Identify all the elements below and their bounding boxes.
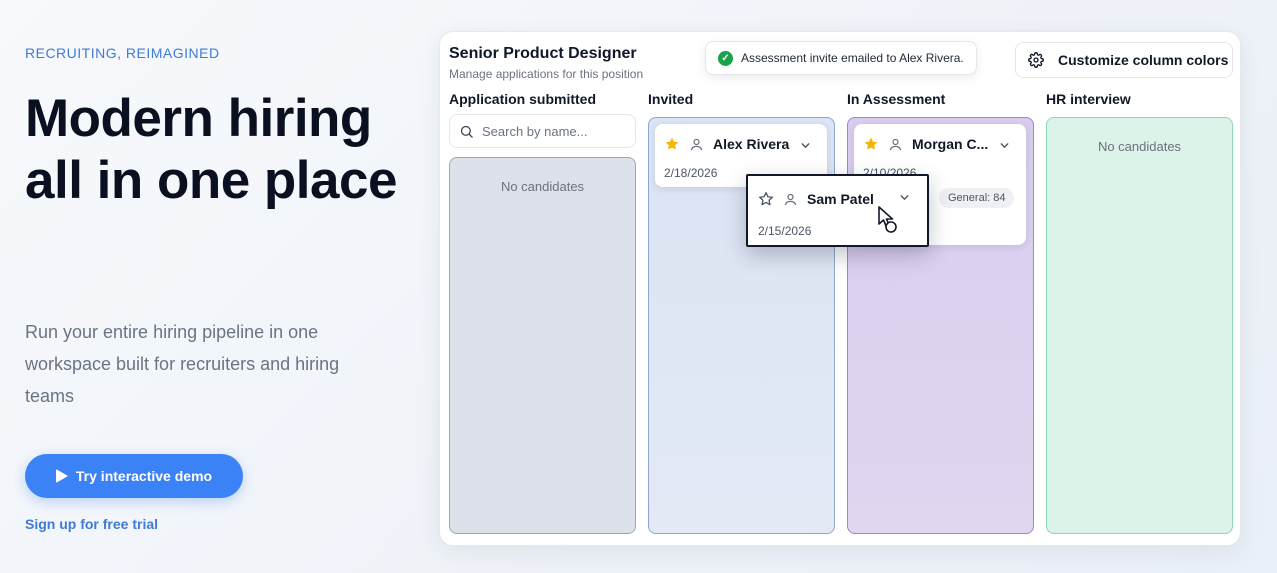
search-input[interactable] [482, 123, 622, 139]
eyebrow-label: RECRUITING, REIMAGINED [25, 45, 220, 61]
column-header-in-assessment: In Assessment [847, 91, 946, 107]
star-filled-icon[interactable] [664, 136, 680, 152]
toast-message: Assessment invite emailed to Alex Rivera… [741, 51, 964, 65]
chevron-down-icon[interactable] [898, 191, 911, 204]
toast-notification: ✓ Assessment invite emailed to Alex Rive… [705, 41, 977, 75]
try-demo-label: Try interactive demo [75, 468, 213, 484]
search-icon [460, 125, 473, 138]
dragging-candidate-card[interactable]: Sam Patel 2/15/2026 [746, 174, 929, 247]
check-circle-icon: ✓ [718, 50, 733, 66]
column-application-submitted[interactable]: No candidates [449, 157, 636, 534]
chevron-down-icon[interactable] [799, 139, 812, 152]
empty-state-label: No candidates [1097, 139, 1182, 154]
grab-cursor-icon [878, 206, 897, 233]
candidate-search[interactable] [449, 114, 636, 148]
customize-colors-button[interactable]: Customize column colors [1015, 42, 1233, 78]
hero-headline: Modern hiring all in one place [25, 89, 397, 210]
candidate-name: Morgan C... [912, 136, 989, 152]
gear-icon [1028, 52, 1044, 68]
person-icon [784, 193, 797, 205]
star-outline-icon[interactable] [758, 191, 774, 207]
person-icon [889, 138, 902, 150]
candidate-name: Sam Patel [807, 191, 874, 207]
candidate-name: Alex Rivera [713, 136, 790, 152]
customize-colors-label: Customize column colors [1058, 52, 1229, 68]
hero-subtext: Run your entire hiring pipeline in one w… [25, 322, 340, 406]
person-icon [690, 138, 703, 150]
try-demo-button[interactable]: Try interactive demo [25, 454, 243, 498]
empty-state-label: No candidates [500, 179, 585, 194]
job-subtitle: Manage applications for this position [449, 67, 644, 81]
star-filled-icon[interactable] [863, 136, 879, 152]
column-header-hr-interview: HR interview [1046, 91, 1131, 107]
score-tag: General: 84 [939, 188, 1015, 208]
candidate-date: 2/18/2026 [664, 166, 718, 180]
signup-link[interactable]: Sign up for free trial [25, 516, 158, 532]
job-title: Senior Product Designer [449, 45, 637, 62]
column-header-invited: Invited [648, 91, 694, 107]
column-header-application-submitted: Application submitted [449, 91, 596, 107]
chevron-down-icon[interactable] [998, 139, 1011, 152]
candidate-date: 2/15/2026 [758, 224, 812, 238]
kanban-board-panel: Senior Product Designer Manage applicati… [439, 31, 1241, 546]
play-icon [55, 469, 68, 483]
column-hr-interview[interactable]: No candidates [1046, 117, 1233, 534]
